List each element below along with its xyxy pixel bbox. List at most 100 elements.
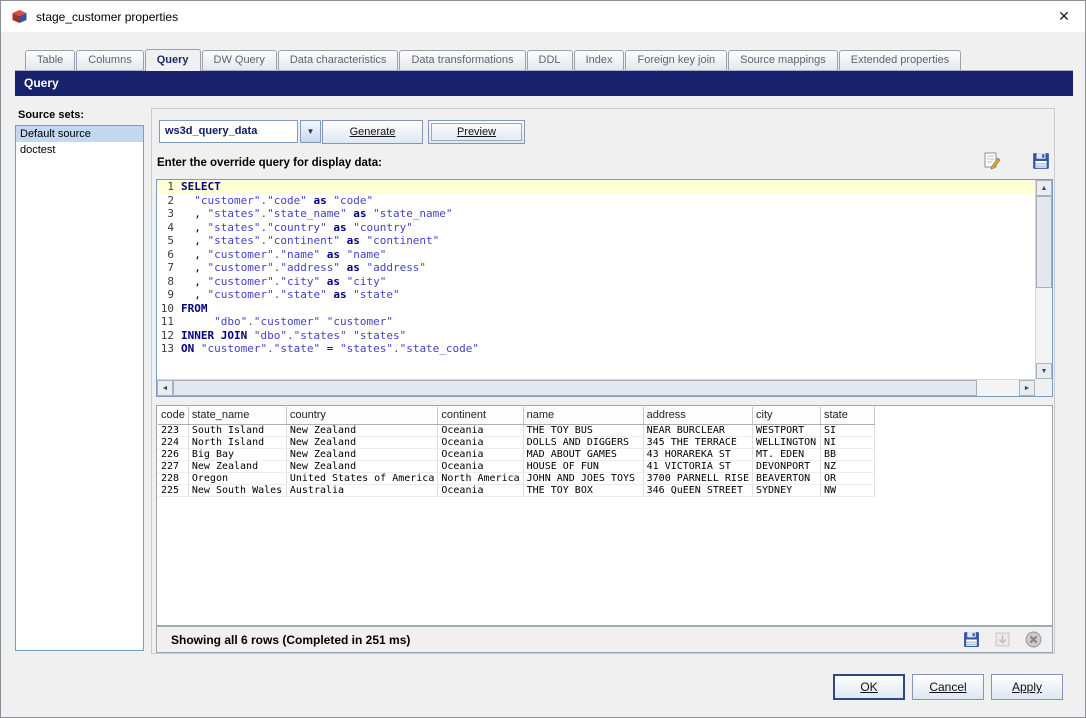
result-cell: NI xyxy=(821,436,875,448)
result-cell: BB xyxy=(821,448,875,460)
sql-line: 5 , "states"."continent" as "continent" xyxy=(157,234,1035,248)
apply-button[interactable]: Apply xyxy=(991,674,1063,700)
chevron-down-icon[interactable]: ▼ xyxy=(300,120,321,143)
result-cell: New Zealand xyxy=(286,436,438,448)
result-cell: Big Bay xyxy=(188,448,286,460)
result-cell: NEAR BURCLEAR xyxy=(643,424,752,436)
tab-index[interactable]: Index xyxy=(574,50,625,70)
sql-editor[interactable]: 1SELECT2 "customer"."code" as "code"3 , … xyxy=(156,179,1053,397)
titlebar: stage_customer properties ✕ xyxy=(1,1,1085,32)
results-table: codestate_namecountrycontinentnameaddres… xyxy=(158,407,875,497)
result-row[interactable]: 223South IslandNew ZealandOceaniaTHE TOY… xyxy=(158,424,875,436)
result-cell: NZ xyxy=(821,460,875,472)
horizontal-scroll-thumb[interactable] xyxy=(173,380,977,396)
result-cell: Australia xyxy=(286,484,438,496)
apply-button-label: Apply xyxy=(1012,680,1042,694)
column-header-state_name[interactable]: state_name xyxy=(188,407,286,424)
preview-button[interactable]: Preview xyxy=(428,120,525,144)
tab-dw-query[interactable]: DW Query xyxy=(202,50,277,70)
close-icon[interactable]: ✕ xyxy=(1053,8,1075,25)
result-cell: 225 xyxy=(158,484,188,496)
tab-columns[interactable]: Columns xyxy=(76,50,143,70)
line-number: 7 xyxy=(157,261,179,275)
tab-ddl[interactable]: DDL xyxy=(527,50,573,70)
result-cell: Oceania xyxy=(438,448,523,460)
result-cell: JOHN AND JOES TOYS xyxy=(523,472,643,484)
tab-query[interactable]: Query xyxy=(145,49,201,71)
result-row[interactable]: 226Big BayNew ZealandOceaniaMAD ABOUT GA… xyxy=(158,448,875,460)
result-cell: 227 xyxy=(158,460,188,472)
column-header-continent[interactable]: continent xyxy=(438,407,523,424)
line-number: 1 xyxy=(157,180,179,194)
result-cell: MAD ABOUT GAMES xyxy=(523,448,643,460)
scroll-up-icon[interactable]: ▲ xyxy=(1036,180,1052,196)
scroll-right-icon[interactable]: ► xyxy=(1019,380,1035,396)
result-cell: New Zealand xyxy=(286,424,438,436)
result-row[interactable]: 228OregonUnited States of AmericaNorth A… xyxy=(158,472,875,484)
result-cell: 226 xyxy=(158,448,188,460)
sql-line: 7 , "customer"."address" as "address" xyxy=(157,261,1035,275)
tab-strip: TableColumnsQueryDW QueryData characteri… xyxy=(15,49,1073,71)
result-cell: United States of America xyxy=(286,472,438,484)
column-header-name[interactable]: name xyxy=(523,407,643,424)
ok-button[interactable]: OK xyxy=(833,674,905,700)
result-cell: Oceania xyxy=(438,436,523,448)
results-status-text: Showing all 6 rows (Completed in 251 ms) xyxy=(171,633,410,647)
tab-table[interactable]: Table xyxy=(25,50,75,70)
result-row[interactable]: 224North IslandNew ZealandOceaniaDOLLS A… xyxy=(158,436,875,448)
result-row[interactable]: 227New ZealandNew ZealandOceaniaHOUSE OF… xyxy=(158,460,875,472)
source-sets-list[interactable]: Default sourcedoctest xyxy=(15,125,144,651)
save-results-icon[interactable] xyxy=(963,631,980,648)
editor-horizontal-scrollbar[interactable]: ◄ ► xyxy=(157,379,1035,396)
sql-line: 1SELECT xyxy=(157,180,1035,194)
line-number: 9 xyxy=(157,288,179,302)
result-cell: WESTPORT xyxy=(753,424,821,436)
source-set-item[interactable]: Default source xyxy=(16,126,143,142)
result-cell: New Zealand xyxy=(286,448,438,460)
column-header-address[interactable]: address xyxy=(643,407,752,424)
tab-foreign-key-join[interactable]: Foreign key join xyxy=(625,50,727,70)
sql-line: 2 "customer"."code" as "code" xyxy=(157,194,1035,208)
cancel-button-label: Cancel xyxy=(929,680,966,694)
tab-data-characteristics[interactable]: Data characteristics xyxy=(278,50,399,70)
tab-extended-properties[interactable]: Extended properties xyxy=(839,50,961,70)
generate-button[interactable]: Generate xyxy=(322,120,423,144)
window-title: stage_customer properties xyxy=(36,10,178,24)
result-cell: SI xyxy=(821,424,875,436)
result-cell: SYDNEY xyxy=(753,484,821,496)
line-number: 6 xyxy=(157,248,179,262)
tab-data-transformations[interactable]: Data transformations xyxy=(399,50,525,70)
column-header-city[interactable]: city xyxy=(753,407,821,424)
result-cell: 41 VICTORIA ST xyxy=(643,460,752,472)
scroll-left-icon[interactable]: ◄ xyxy=(157,380,173,396)
stop-query-icon[interactable] xyxy=(1025,631,1042,648)
tab-source-mappings[interactable]: Source mappings xyxy=(728,50,838,70)
result-cell: Oceania xyxy=(438,484,523,496)
result-row[interactable]: 225New South WalesAustraliaOceaniaTHE TO… xyxy=(158,484,875,496)
cancel-button[interactable]: Cancel xyxy=(912,674,984,700)
column-header-country[interactable]: country xyxy=(286,407,438,424)
result-cell: THE TOY BUS xyxy=(523,424,643,436)
result-cell: New Zealand xyxy=(188,460,286,472)
sql-editor-text[interactable]: 1SELECT2 "customer"."code" as "code"3 , … xyxy=(157,180,1035,379)
sql-line: 12INNER JOIN "dbo"."states" "states" xyxy=(157,329,1035,343)
query-set-combo[interactable]: ws3d_query_data xyxy=(159,120,298,143)
result-cell: DOLLS AND DIGGERS xyxy=(523,436,643,448)
export-results-icon[interactable] xyxy=(994,631,1011,648)
edit-query-icon[interactable] xyxy=(983,152,1001,170)
line-number: 3 xyxy=(157,207,179,221)
column-header-state[interactable]: state xyxy=(821,407,875,424)
sql-line: 9 , "customer"."state" as "state" xyxy=(157,288,1035,302)
result-cell: North America xyxy=(438,472,523,484)
editor-vertical-scrollbar[interactable]: ▲ ▼ xyxy=(1035,180,1052,379)
source-set-item[interactable]: doctest xyxy=(16,142,143,158)
result-cell: Oregon xyxy=(188,472,286,484)
column-header-code[interactable]: code xyxy=(158,407,188,424)
line-number: 10 xyxy=(157,302,179,316)
sql-line: 13ON "customer"."state" = "states"."stat… xyxy=(157,342,1035,356)
result-cell: HOUSE OF FUN xyxy=(523,460,643,472)
save-query-icon[interactable] xyxy=(1032,152,1050,170)
sql-line: 10FROM xyxy=(157,302,1035,316)
scroll-down-icon[interactable]: ▼ xyxy=(1036,363,1052,379)
vertical-scroll-thumb[interactable] xyxy=(1036,196,1052,288)
